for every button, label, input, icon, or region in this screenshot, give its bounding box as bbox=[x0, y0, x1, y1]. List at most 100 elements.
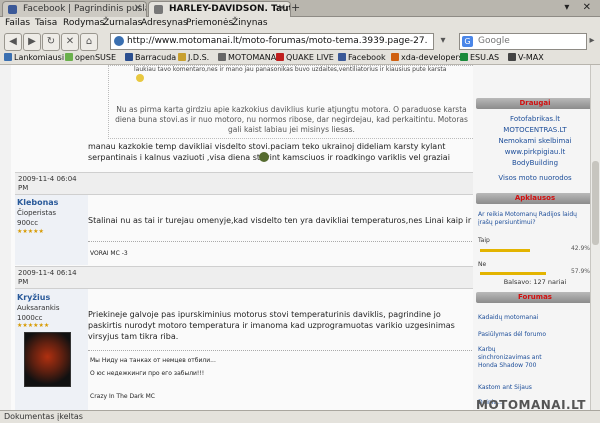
friend-link[interactable]: MOTOCENTRAS.LT bbox=[473, 125, 597, 135]
window-controls[interactable]: ▾ ✕ bbox=[564, 2, 596, 13]
menu-file[interactable]: Failas bbox=[5, 18, 30, 28]
opensuse-icon bbox=[65, 53, 73, 61]
poll-votes: Balsavo: 127 nariai bbox=[503, 278, 567, 286]
signature: VORAI MC -3 bbox=[90, 250, 128, 257]
user-bike: 900cc bbox=[17, 219, 39, 227]
vmax-icon bbox=[508, 53, 516, 61]
status-text: Dokumentas įkeltas bbox=[4, 412, 83, 421]
polls-header: Apklausos bbox=[476, 193, 594, 204]
quote-text: Nu as pirma karta girdziu apie kazkokius… bbox=[115, 105, 468, 134]
signature-line: Crazy In The Dark MC bbox=[90, 393, 155, 400]
post-text: Stalinai nu as tai ir turejau omenyje,ka… bbox=[88, 216, 472, 225]
signature-divider bbox=[88, 350, 472, 351]
poll-option-no: Ne bbox=[478, 261, 487, 268]
bookmark-item[interactable]: QUAKE LIVE bbox=[276, 52, 334, 64]
forum-link[interactable]: Karbų sinchronizavimas ant Honda Shadow … bbox=[478, 346, 548, 370]
menu-edit[interactable]: Taisa bbox=[35, 18, 57, 28]
bookmark-item[interactable]: J.D.S. bbox=[178, 52, 209, 64]
menu-history[interactable]: Žurnalas bbox=[103, 18, 142, 28]
menu-view[interactable]: Rodymas bbox=[63, 18, 104, 28]
motomanai-icon bbox=[154, 5, 163, 14]
menu-help[interactable]: Žinynas bbox=[232, 18, 268, 28]
menu-bar: Failas Taisa Rodymas Žurnalas Adresynas … bbox=[0, 17, 600, 30]
quake-icon bbox=[276, 53, 284, 61]
forward-button[interactable]: ▶ bbox=[23, 33, 41, 51]
url-bar[interactable] bbox=[110, 33, 434, 50]
poll-bar-yes bbox=[480, 249, 530, 252]
back-button[interactable]: ◀ bbox=[4, 33, 22, 51]
url-input[interactable] bbox=[127, 34, 427, 48]
post-date-row: 2009-11-4 06:04 PM bbox=[15, 172, 473, 195]
user-rank: Auksarankis bbox=[17, 304, 60, 312]
esu-icon bbox=[460, 53, 468, 61]
close-tab-icon[interactable]: ✕ bbox=[134, 2, 142, 16]
bookmark-item[interactable]: openSUSE bbox=[65, 52, 116, 64]
stop-button[interactable]: ✕ bbox=[61, 33, 79, 51]
scrollbar[interactable] bbox=[590, 65, 600, 410]
post-date: 2009-11-4 06:04 PM bbox=[18, 175, 77, 192]
search-go-icon[interactable]: ▸ bbox=[587, 33, 597, 49]
friend-link[interactable]: BodyBuilding bbox=[473, 158, 597, 168]
signature-line: О юс недежкинги про его забыли!!! bbox=[90, 370, 205, 377]
smiley-icon bbox=[259, 152, 269, 162]
avatar bbox=[24, 332, 71, 387]
friend-link[interactable]: Fotofabrikas.lt bbox=[473, 114, 597, 124]
forum-link[interactable]: Pasiūlymas dėl forumo bbox=[478, 331, 546, 339]
user-rank: Čioperistas bbox=[17, 209, 57, 217]
bookmark-item[interactable]: Barracuda bbox=[125, 52, 176, 64]
star-icon bbox=[4, 53, 12, 61]
friends-header: Draugai bbox=[476, 98, 594, 109]
reload-button[interactable]: ↻ bbox=[42, 33, 60, 51]
user-stars: ★★★★★ bbox=[17, 228, 44, 235]
close-tab-icon[interactable]: ✕ bbox=[278, 2, 286, 16]
new-tab-icon[interactable]: + bbox=[291, 2, 301, 13]
facebook-icon bbox=[8, 5, 17, 14]
scroll-thumb[interactable] bbox=[592, 161, 599, 245]
poll-no-pct: 57.9% bbox=[570, 268, 590, 275]
bookmark-item[interactable]: Facebook bbox=[338, 52, 386, 64]
search-bar[interactable]: G bbox=[459, 33, 587, 50]
user-stars: ★★★★★★ bbox=[17, 322, 50, 329]
post-text: Priekineje galvoje pas ipurskiminius mot… bbox=[88, 310, 455, 341]
bookmark-item[interactable]: V-MAX bbox=[508, 52, 544, 64]
bookmark-item[interactable]: xda-developers bbox=[391, 52, 463, 64]
forum-link[interactable]: Kadaidų motomanai bbox=[478, 314, 538, 322]
bookmarks-toolbar: Lankomiausi openSUSE Barracuda J.D.S. MO… bbox=[0, 52, 600, 65]
user-bike: 1000cc bbox=[17, 314, 43, 322]
motomanai-icon bbox=[218, 53, 226, 61]
google-icon: G bbox=[462, 36, 473, 47]
forum-link[interactable]: Kastom ant Sijaus bbox=[478, 384, 532, 392]
nav-bar: ◀ ▶ ↻ ✕ ⌂ ▾ G ▸ bbox=[0, 30, 600, 52]
menu-tools[interactable]: Priemonės bbox=[186, 18, 233, 28]
page-content: laukiau tavo komentaro,nes ir mano jau p… bbox=[0, 65, 600, 410]
poll-option-yes: Taip bbox=[478, 237, 490, 244]
signature-line: Мы Ниду на танках от немцев отбили... bbox=[90, 357, 216, 364]
menu-bookmarks[interactable]: Adresynas bbox=[141, 18, 188, 28]
tab-facebook[interactable]: Facebook | Pagrindinis puslapis ✕ bbox=[2, 1, 147, 17]
tab-harley[interactable]: HARLEY-DAVIDSON. Tautos... ✕ bbox=[148, 1, 291, 17]
friend-link[interactable]: Nemokami skelbimai bbox=[473, 136, 597, 146]
poll-yes-pct: 42.9% bbox=[570, 245, 590, 252]
username[interactable]: Kryžius bbox=[17, 293, 50, 302]
friend-link[interactable]: www.pirkpigiau.lt bbox=[473, 147, 597, 157]
site-icon bbox=[114, 36, 124, 46]
tab-label: HARLEY-DAVIDSON. Tautos... bbox=[169, 4, 291, 14]
bookmark-item[interactable]: ESU.AS bbox=[460, 52, 499, 64]
xda-icon bbox=[391, 53, 399, 61]
forum-posts: laukiau tavo komentaro,nes ir mano jau p… bbox=[11, 65, 475, 410]
url-dropdown-icon[interactable]: ▾ bbox=[435, 33, 451, 49]
bookmark-item[interactable]: MOTOMANAI bbox=[218, 52, 279, 64]
sidebar: Draugai Fotofabrikas.lt MOTOCENTRAS.LT N… bbox=[473, 65, 600, 410]
signature-divider bbox=[88, 241, 472, 242]
home-button[interactable]: ⌂ bbox=[80, 33, 98, 51]
post-date-row: 2009-11-4 06:14 PM bbox=[15, 266, 473, 289]
search-input[interactable] bbox=[478, 34, 578, 48]
poll-question[interactable]: Ar reikia Motomanų Radijos laidų įrašų p… bbox=[478, 211, 593, 227]
friend-link[interactable]: Visos moto nuorodos bbox=[473, 173, 597, 183]
username[interactable]: Klebonas bbox=[17, 198, 58, 207]
tab-label: Facebook | Pagrindinis puslapis bbox=[23, 4, 146, 14]
forums-header: Forumas bbox=[476, 292, 594, 303]
facebook-icon bbox=[338, 53, 346, 61]
barracuda-icon bbox=[125, 53, 133, 61]
bookmark-item[interactable]: Lankomiausi bbox=[4, 52, 64, 64]
